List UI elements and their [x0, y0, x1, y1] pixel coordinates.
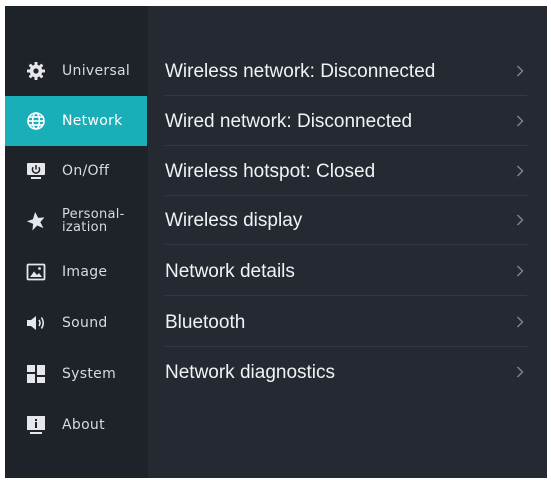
sidebar-item-label: Image — [62, 264, 108, 280]
gear-icon — [25, 60, 47, 82]
chevron-right-icon — [513, 164, 527, 178]
sidebar-item-label: On/Off — [62, 163, 110, 179]
chevron-right-icon — [513, 64, 527, 78]
sidebar-item-universal[interactable]: Universal — [5, 46, 147, 96]
chevron-right-icon — [513, 264, 527, 278]
picture-icon — [25, 261, 47, 283]
sidebar-item-image[interactable]: Image — [5, 247, 147, 297]
sidebar-item-personalization[interactable]: Personal- ization — [5, 196, 147, 246]
sidebar-item-label: Sound — [62, 315, 108, 331]
sidebar-item-on-off[interactable]: On/Off — [5, 146, 147, 196]
sidebar-item-label: Network — [62, 113, 123, 129]
menu-item-wireless-hotspot[interactable]: Wireless hotspot: Closed — [165, 146, 527, 196]
chevron-right-icon — [513, 315, 527, 329]
sidebar-item-label: Universal — [62, 63, 131, 79]
sidebar-item-about[interactable]: About — [5, 400, 147, 450]
sidebar: Universal Network On/Off Personal- izati… — [5, 6, 148, 478]
menu-item-label: Wired network: Disconnected — [165, 110, 413, 132]
chevron-right-icon — [513, 365, 527, 379]
chevron-right-icon — [513, 213, 527, 227]
menu-item-wired-network[interactable]: Wired network: Disconnected — [165, 96, 527, 146]
menu-item-wireless-display[interactable]: Wireless display — [165, 195, 527, 245]
settings-window: Universal Network On/Off Personal- izati… — [5, 6, 547, 478]
sidebar-item-label: Personal- ization — [62, 207, 125, 235]
sidebar-item-sound[interactable]: Sound — [5, 298, 147, 348]
chevron-right-icon — [513, 114, 527, 128]
menu-item-label: Network details — [165, 260, 295, 282]
sidebar-item-label: System — [62, 366, 117, 382]
star-icon — [25, 210, 47, 232]
menu-item-label: Wireless network: Disconnected — [165, 60, 436, 82]
info-screen-icon — [25, 414, 47, 436]
sidebar-item-system[interactable]: System — [5, 349, 147, 399]
menu-item-bluetooth[interactable]: Bluetooth — [165, 297, 527, 347]
sidebar-item-network[interactable]: Network — [5, 96, 147, 146]
menu-item-network-diagnostics[interactable]: Network diagnostics — [165, 347, 527, 397]
sidebar-item-label: About — [62, 417, 105, 433]
menu-item-label: Bluetooth — [165, 311, 246, 333]
monitor-power-icon — [25, 160, 47, 182]
menu-item-label: Wireless hotspot: Closed — [165, 160, 376, 182]
menu-item-network-details[interactable]: Network details — [165, 246, 527, 296]
grid-icon — [25, 363, 47, 385]
menu-item-label: Wireless display — [165, 209, 303, 231]
menu-item-label: Network diagnostics — [165, 362, 336, 383]
globe-icon — [25, 110, 47, 132]
menu-item-wireless-network[interactable]: Wireless network: Disconnected — [165, 46, 527, 96]
speaker-icon — [25, 312, 47, 334]
